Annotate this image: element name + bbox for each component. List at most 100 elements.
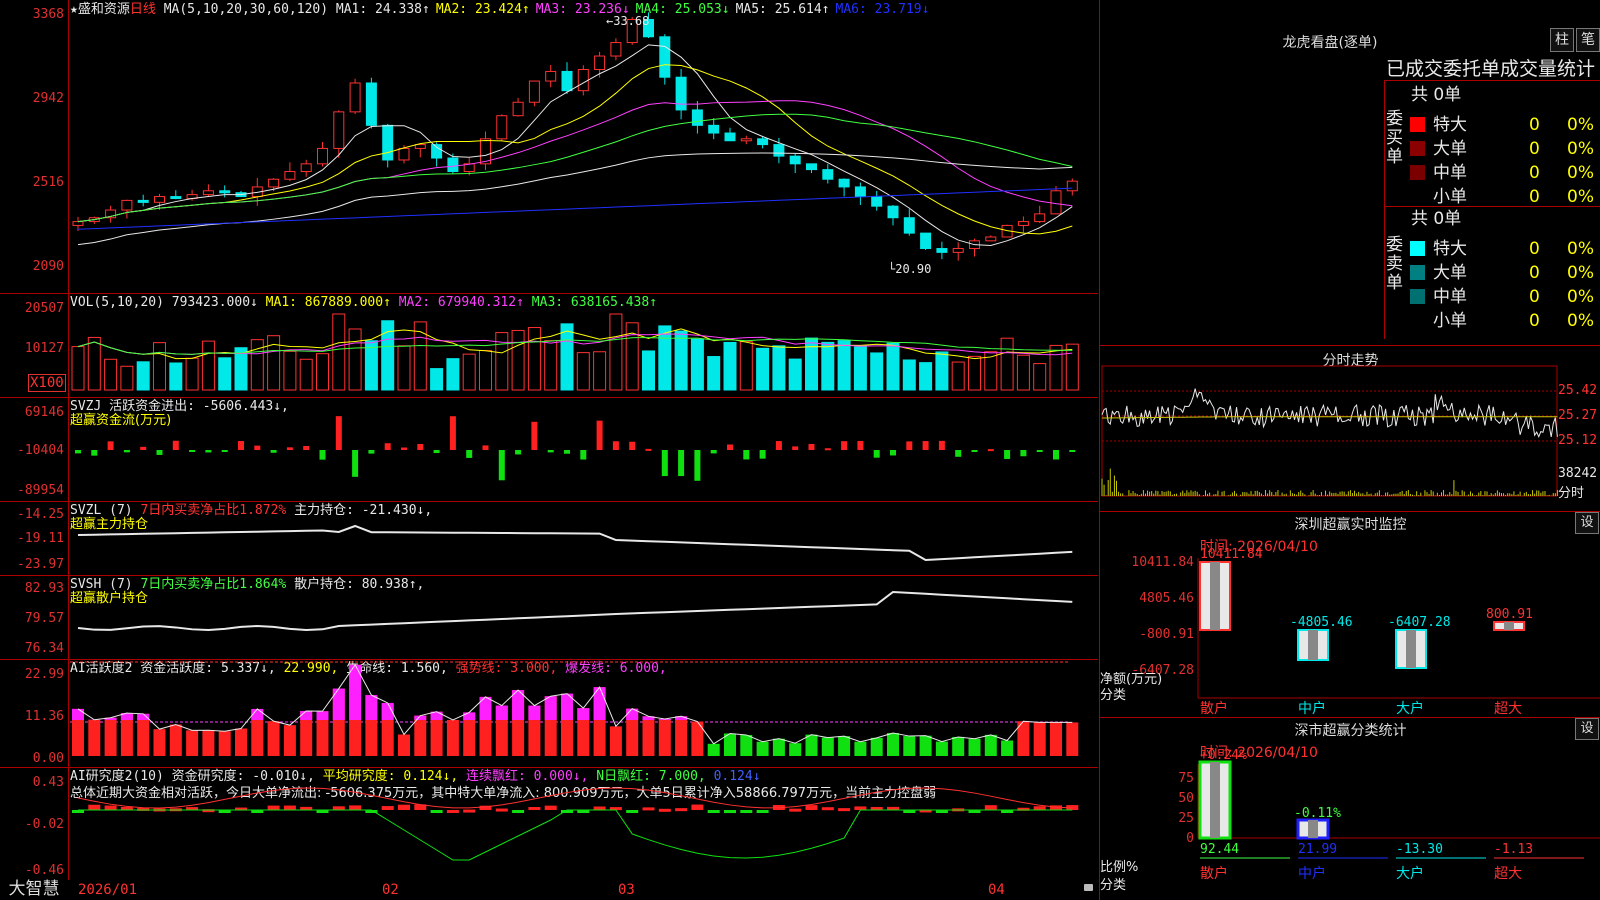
volume-bars <box>71 313 1079 391</box>
ma-line-5 <box>77 152 1073 246</box>
flow-bar <box>547 450 554 453</box>
flow-bar <box>612 441 619 450</box>
legend-swatch <box>1410 289 1425 304</box>
flow-bar <box>531 421 538 450</box>
svsh-line <box>77 590 1073 631</box>
research-green-line <box>78 809 1073 861</box>
ai-research-pane[interactable]: 0.43 -0.02 -0.46 AI研究度2(10) 资金研究度: -0.01… <box>0 768 1098 880</box>
candle <box>757 138 769 146</box>
order-percent: 0% <box>1567 239 1594 259</box>
volume-bar <box>136 361 150 391</box>
activity-bar-top <box>332 688 345 720</box>
app-brand-tab[interactable]: 大智慧 <box>0 878 68 900</box>
volume-bar <box>495 332 509 391</box>
volume-bar <box>707 356 721 391</box>
research-bar <box>658 808 671 812</box>
dragon-tiger-subtitle: 已成交委托单成交量统计 <box>1386 58 1596 80</box>
bar-view-button[interactable]: 柱 <box>1550 28 1574 52</box>
monitor-category: 散户 <box>1200 700 1228 717</box>
research-bar <box>838 808 851 812</box>
candle <box>1066 180 1078 192</box>
legend-swatch <box>1410 189 1425 204</box>
volume-bar <box>690 338 704 391</box>
flow-bar <box>955 450 962 457</box>
order-count: 0 <box>1529 287 1540 307</box>
activity-bar <box>952 736 965 756</box>
sz-monitor-chart: 10411.84 4805.46 -800.91 -6407.28 10411.84 散户… <box>1131 547 1600 717</box>
lock-icon[interactable] <box>1084 884 1093 891</box>
svzj-pane[interactable]: 69146 -10404 -89954 SVZJ 活跃资金进出: -5606.4… <box>0 398 1098 502</box>
order-row-buy: 特大 0 0% <box>1410 110 1594 135</box>
flow-bar <box>694 450 701 481</box>
volume-bar <box>593 351 607 391</box>
research-bar <box>756 810 769 813</box>
flow-bar <box>873 450 880 458</box>
activity-bar <box>218 731 231 756</box>
volume-bar <box>805 337 818 391</box>
legend-swatch <box>1410 241 1425 256</box>
class-category: 中户 <box>1298 865 1326 882</box>
activity-bar <box>283 725 296 756</box>
research-bar <box>283 805 296 810</box>
candle <box>887 205 899 219</box>
flow-bar <box>417 443 424 450</box>
svsh-pane[interactable]: 82.93 79.57 76.34 SVSH (7) 7日内买卖净占比1.864… <box>0 576 1098 660</box>
research-bar <box>626 810 639 813</box>
monitor-axis-label: 4805.46 <box>1139 591 1194 606</box>
candle <box>512 101 524 117</box>
flow-bar <box>123 450 130 453</box>
activity-bar-top <box>365 695 378 720</box>
tick-view-button[interactable]: 笔 <box>1576 28 1600 52</box>
candle <box>414 144 426 149</box>
ai-activity-pane[interactable]: 22.99 11.36 0.00 AI活跃度2 资金活跃度: 5.337↓, 2… <box>0 660 1098 768</box>
volume-bar <box>153 342 166 391</box>
flow-bar <box>922 441 929 450</box>
volume-bar <box>609 313 623 391</box>
research-bar <box>398 804 410 810</box>
activity-bar <box>235 728 247 756</box>
research-bar <box>984 805 997 810</box>
flow-bar <box>75 450 81 454</box>
research-red-line <box>77 787 1073 809</box>
volume-bar <box>1049 344 1063 391</box>
flow-bar <box>368 450 375 454</box>
volume-bar <box>218 357 232 391</box>
ai-research-bars <box>72 787 1079 861</box>
research-bar <box>495 808 508 812</box>
volume-bar <box>576 352 590 391</box>
activity-bar-top <box>137 713 150 720</box>
candle <box>72 221 84 226</box>
research-bar <box>740 810 753 813</box>
ma-line-4 <box>77 113 1073 223</box>
flow-bar <box>172 440 179 450</box>
flow-bar <box>107 441 114 450</box>
candle <box>675 76 687 111</box>
activity-bar-top <box>528 705 541 720</box>
flow-bar <box>1053 450 1059 460</box>
class-category: 大户 <box>1396 865 1424 882</box>
sell-section-label: 委卖单 <box>1386 235 1403 293</box>
candlestick-chart[interactable] <box>0 0 1098 294</box>
buy-total: 共 0单 <box>1411 85 1462 105</box>
order-count: 0 <box>1529 263 1540 283</box>
flow-bar <box>319 450 326 460</box>
candle <box>577 69 589 92</box>
volume-pane[interactable]: 20507 10127 X100 VOL(5,10,20) 793423.000… <box>0 294 1098 398</box>
order-count: 0 <box>1529 187 1540 207</box>
price-pane[interactable]: 3368 2942 2516 2090 ★盛和资源日线 MA(5,10,20,3… <box>0 0 1098 294</box>
volume-bar <box>739 341 753 391</box>
svzl-pane[interactable]: -14.25 -19.11 -23.97 SVZL (7) 7日内买卖净占比1.… <box>0 502 1098 576</box>
activity-bar <box>707 743 720 756</box>
intraday-panel[interactable]: 分时走势 25.42 25.27 25.12 38242 分时 <box>1099 346 1600 512</box>
svzl-line <box>77 524 1073 562</box>
date-axis-label: 02 <box>382 882 399 898</box>
activity-bar <box>870 737 883 756</box>
class-axis-label: 25 <box>1178 811 1194 826</box>
order-size-label: 大单 <box>1433 139 1467 159</box>
candle <box>789 155 801 165</box>
main-position-line <box>77 524 1073 562</box>
research-bar <box>593 806 606 810</box>
flow-bar <box>596 420 603 450</box>
order-percent: 0% <box>1567 115 1594 135</box>
dragon-tiger-title: 龙虎看盘(逐单) <box>1282 35 1378 51</box>
